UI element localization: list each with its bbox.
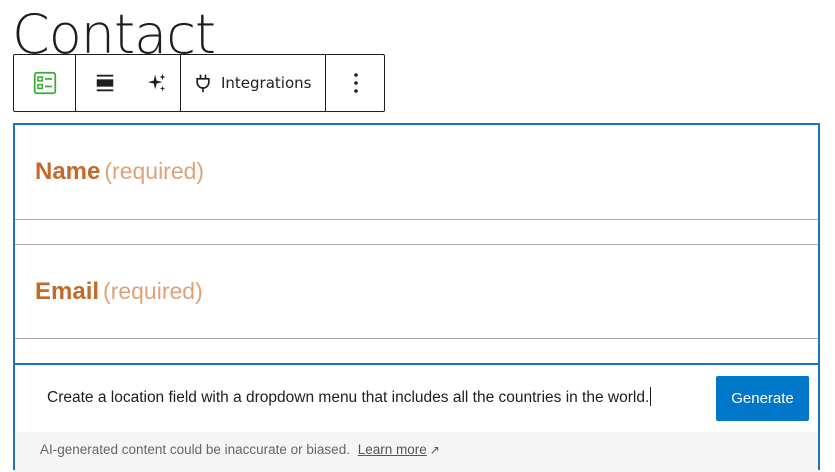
name-input-underline <box>15 219 818 220</box>
block-toolbar: Integrations <box>13 54 385 112</box>
more-options-button[interactable] <box>326 55 386 111</box>
ai-disclaimer-text: AI-generated content could be inaccurate… <box>40 442 350 457</box>
external-link-icon: ↗ <box>429 443 440 457</box>
ai-disclaimer: AI-generated content could be inaccurate… <box>40 442 440 457</box>
more-vertical-icon <box>354 73 359 93</box>
ai-prompt-panel: Create a location field with a dropdown … <box>13 363 820 472</box>
toolbar-group-tools <box>76 55 181 111</box>
email-label-text: Email <box>35 278 100 305</box>
plug-icon <box>196 74 210 93</box>
ai-assistant-button[interactable] <box>134 55 180 111</box>
ai-disclaimer-bar: AI-generated content could be inaccurate… <box>15 432 818 472</box>
toolbar-group-block-type <box>14 55 76 111</box>
align-button[interactable] <box>76 55 134 111</box>
form-block-icon <box>33 71 56 95</box>
learn-more-link[interactable]: Learn more <box>358 442 427 457</box>
toolbar-group-more <box>326 55 386 111</box>
text-caret <box>650 387 652 406</box>
name-field[interactable]: Name (required) <box>15 125 818 245</box>
toolbar-group-integrations: Integrations <box>181 55 327 111</box>
ai-prompt-text: Create a location field with a dropdown … <box>47 389 650 406</box>
integrations-button[interactable]: Integrations <box>181 55 325 111</box>
ai-prompt-input[interactable]: Create a location field with a dropdown … <box>47 387 652 407</box>
align-icon <box>96 74 114 92</box>
name-label-text: Name <box>35 158 101 185</box>
name-field-label: Name (required) <box>35 158 204 186</box>
email-required-text: (required) <box>103 278 203 304</box>
form-block-button[interactable] <box>14 55 75 111</box>
generate-button[interactable]: Generate <box>716 376 809 421</box>
page-title: Contact <box>12 3 216 60</box>
integrations-label: Integrations <box>221 74 312 92</box>
ai-sparkle-icon <box>147 73 166 92</box>
email-input-underline <box>15 338 818 339</box>
email-field[interactable]: Email (required) <box>15 245 818 365</box>
email-field-label: Email (required) <box>35 278 203 306</box>
name-required-text: (required) <box>104 158 205 184</box>
